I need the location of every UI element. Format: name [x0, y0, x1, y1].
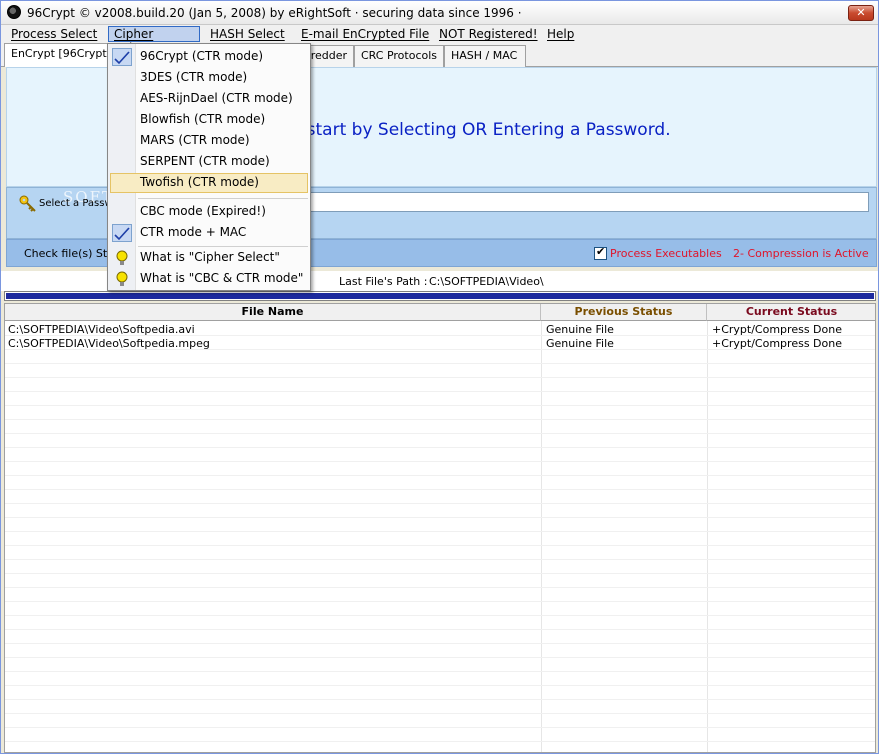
- menu-item-serpent[interactable]: SERPENT (CTR mode): [110, 152, 308, 172]
- menu-item-label: What is "Cipher Select": [140, 250, 280, 264]
- row-divider: [5, 489, 875, 490]
- row-divider: [5, 741, 875, 742]
- last-path-value: C:\SOFTPEDIA\Video\: [429, 275, 544, 288]
- check-icon: [112, 224, 132, 242]
- menu-not-registered[interactable]: NOT Registered!: [434, 26, 543, 42]
- menu-item-what-is-cbc-ctr-mode[interactable]: What is "CBC & CTR mode": [110, 269, 308, 289]
- menu-item-label: Twofish (CTR mode): [140, 175, 259, 189]
- row-divider: [5, 629, 875, 630]
- row-divider: [5, 363, 875, 364]
- menu-item-label: AES-RijnDael (CTR mode): [140, 91, 293, 105]
- password-input[interactable]: [307, 192, 869, 212]
- column-divider: [541, 321, 542, 752]
- menu-separator: [138, 246, 308, 247]
- header-file-name[interactable]: File Name: [5, 304, 541, 321]
- cell-file-name: C:\SOFTPEDIA\Video\Softpedia.avi: [8, 323, 195, 336]
- row-divider: [5, 517, 875, 518]
- tab-hash-mac[interactable]: HASH / MAC: [444, 45, 526, 67]
- menu-email-encrypted-file[interactable]: E-mail EnCrypted File: [296, 26, 434, 42]
- progress-bar: [4, 291, 876, 301]
- menu-item-96crypt[interactable]: 96Crypt (CTR mode): [110, 47, 308, 67]
- row-divider: [5, 391, 875, 392]
- row-divider: [5, 713, 875, 714]
- last-path-label: Last File's Path :: [339, 275, 428, 288]
- menu-cipher-select[interactable]: Cipher Select: [108, 26, 200, 55]
- cell-previous-status: Genuine File: [546, 337, 614, 350]
- menu-item-label: CBC mode (Expired!): [140, 204, 266, 218]
- row-divider: [5, 545, 875, 546]
- file-table: File Name Previous Status Current Status: [4, 303, 876, 753]
- row-divider: [5, 559, 875, 560]
- process-executables-checkbox[interactable]: [594, 245, 607, 260]
- menu-separator: [138, 198, 308, 199]
- row-divider: [5, 657, 875, 658]
- title-bar: 96Crypt © v2008.build.20 (Jan 5, 2008) b…: [1, 1, 878, 25]
- compression-status: 2- Compression is Active: [733, 247, 869, 260]
- close-button[interactable]: ✕: [848, 5, 874, 21]
- header-previous-status[interactable]: Previous Status: [541, 304, 707, 321]
- row-divider: [5, 447, 875, 448]
- row-divider: [5, 587, 875, 588]
- menu-item-label: 3DES (CTR mode): [140, 70, 248, 84]
- cell-file-name: C:\SOFTPEDIA\Video\Softpedia.mpeg: [8, 337, 210, 350]
- row-divider: [5, 405, 875, 406]
- menu-hash-select[interactable]: HASH Select: [205, 26, 290, 42]
- cell-previous-status: Genuine File: [546, 323, 614, 336]
- app-window: 96Crypt © v2008.build.20 (Jan 5, 2008) b…: [0, 0, 879, 754]
- row-divider: [5, 475, 875, 476]
- menu-item-3des[interactable]: 3DES (CTR mode): [110, 68, 308, 88]
- menu-item-label: CTR mode + MAC: [140, 225, 247, 239]
- row-divider: [5, 601, 875, 602]
- menu-item-cbc-mode[interactable]: CBC mode (Expired!): [110, 202, 308, 222]
- row-divider: [5, 671, 875, 672]
- row-divider: [5, 615, 875, 616]
- menu-item-label: SERPENT (CTR mode): [140, 154, 270, 168]
- window-title: 96Crypt © v2008.build.20 (Jan 5, 2008) b…: [27, 6, 522, 20]
- menu-item-label: Blowfish (CTR mode): [140, 112, 266, 126]
- row-divider: [5, 573, 875, 574]
- menu-item-label: 96Crypt (CTR mode): [140, 49, 264, 63]
- progress-fill: [6, 293, 874, 299]
- row-divider: [5, 699, 875, 700]
- menu-item-aes-rijndael[interactable]: AES-RijnDael (CTR mode): [110, 89, 308, 109]
- app-logo-icon: [7, 5, 21, 19]
- menu-item-label: MARS (CTR mode): [140, 133, 250, 147]
- lightbulb-icon: [116, 250, 128, 265]
- lightbulb-icon: [116, 271, 128, 286]
- key-icon[interactable]: [19, 195, 37, 213]
- menu-item-blowfish[interactable]: Blowfish (CTR mode): [110, 110, 308, 130]
- menu-process-select[interactable]: Process Select: [6, 26, 102, 42]
- column-divider: [707, 321, 708, 752]
- row-divider: [5, 685, 875, 686]
- row-divider: [5, 419, 875, 420]
- menu-item-twofish[interactable]: Twofish (CTR mode): [110, 173, 308, 193]
- tab-crc-protocols[interactable]: CRC Protocols: [354, 45, 444, 67]
- cipher-select-menu: 96Crypt (CTR mode) 3DES (CTR mode) AES-R…: [107, 43, 311, 291]
- menu-item-what-is-cipher-select[interactable]: What is "Cipher Select": [110, 248, 308, 268]
- row-divider: [5, 643, 875, 644]
- menu-bar: Process Select Cipher Select HASH Select…: [1, 25, 878, 55]
- row-divider: [5, 377, 875, 378]
- row-divider: [5, 461, 875, 462]
- menu-help[interactable]: Help: [542, 26, 579, 42]
- row-divider: [5, 727, 875, 728]
- row-divider: [5, 433, 875, 434]
- check-icon: [112, 48, 132, 66]
- menu-item-ctr-mode-mac[interactable]: CTR mode + MAC: [110, 223, 308, 243]
- menu-item-mars[interactable]: MARS (CTR mode): [110, 131, 308, 151]
- row-divider: [5, 531, 875, 532]
- menu-item-label: What is "CBC & CTR mode": [140, 271, 304, 285]
- cell-current-status: +Crypt/Compress Done: [712, 337, 842, 350]
- header-current-status[interactable]: Current Status: [707, 304, 875, 321]
- cell-current-status: +Crypt/Compress Done: [712, 323, 842, 336]
- row-divider: [5, 503, 875, 504]
- process-executables-label[interactable]: Process Executables: [610, 247, 722, 260]
